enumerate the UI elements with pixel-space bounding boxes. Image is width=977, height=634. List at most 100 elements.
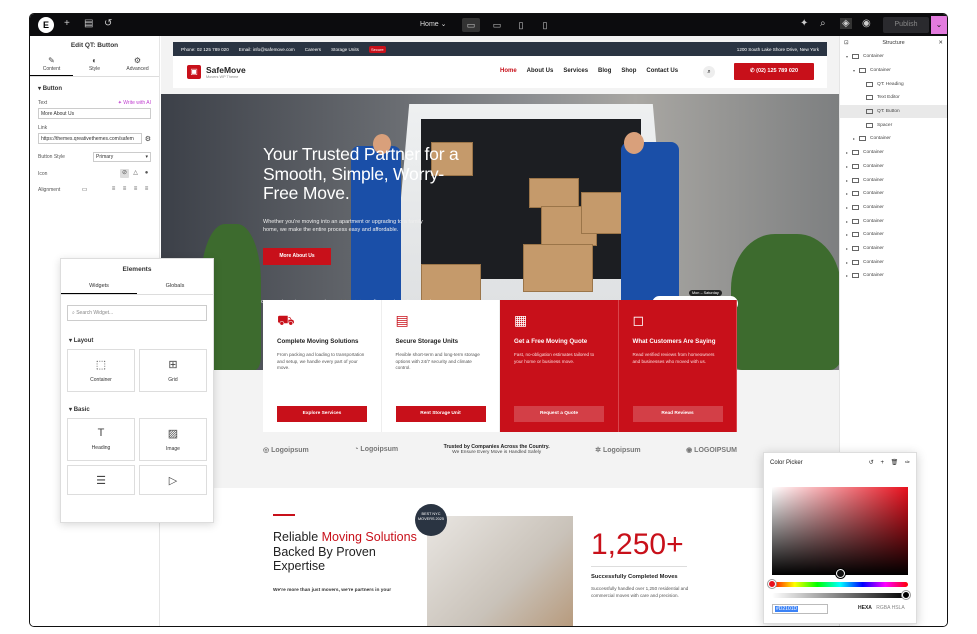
structure-row[interactable]: ▾ Container bbox=[840, 64, 947, 78]
widget-container[interactable]: ⬚ Container bbox=[67, 349, 135, 392]
tab-widgets[interactable]: Widgets bbox=[61, 279, 137, 294]
image-icon: ▨ bbox=[167, 428, 179, 440]
no-icon-option[interactable]: ⊘ bbox=[120, 169, 129, 178]
element-type-icon bbox=[866, 95, 873, 101]
mode-hexa[interactable]: HEXA bbox=[858, 605, 872, 611]
nav-services[interactable]: Services bbox=[563, 68, 588, 74]
widget-image[interactable]: ▨ Image bbox=[139, 418, 207, 461]
eyedropper-icon[interactable]: ✑ bbox=[905, 460, 910, 466]
page-settings-icon[interactable]: ▤ bbox=[84, 18, 93, 29]
align-center-icon[interactable]: ≡ bbox=[120, 185, 129, 194]
elementor-logo-icon[interactable]: E bbox=[38, 17, 54, 33]
saturation-handle[interactable] bbox=[836, 569, 845, 578]
structure-row[interactable]: ▸ Container bbox=[840, 242, 947, 256]
publish-button[interactable]: Publish bbox=[883, 17, 929, 33]
alpha-handle[interactable] bbox=[902, 591, 910, 599]
more-about-us-button[interactable]: More About Us bbox=[263, 248, 331, 265]
nav-about[interactable]: About Us bbox=[527, 68, 554, 74]
structure-title: Structure bbox=[882, 40, 905, 46]
search-icon[interactable]: ⌕ bbox=[820, 18, 826, 29]
topbar-storage-link[interactable]: Storage Units bbox=[331, 47, 359, 52]
tab-globals[interactable]: Globals bbox=[137, 279, 213, 294]
brand-name[interactable]: SafeMove bbox=[206, 65, 246, 75]
tab-style[interactable]: ◐ Style bbox=[73, 53, 116, 76]
structure-row[interactable]: ▸ Container bbox=[840, 214, 947, 228]
structure-icon[interactable]: ◈ bbox=[840, 18, 852, 29]
alpha-slider[interactable] bbox=[772, 593, 908, 598]
nav-shop[interactable]: Shop bbox=[621, 68, 636, 74]
mode-hsla[interactable]: HSLA bbox=[892, 605, 905, 611]
request-quote-button[interactable]: Request a Quote bbox=[514, 406, 604, 422]
mobile-view-icon[interactable]: ▯ bbox=[536, 18, 554, 32]
hue-slider[interactable] bbox=[772, 582, 908, 587]
structure-row[interactable]: ▸ Container bbox=[840, 228, 947, 242]
trash-icon[interactable]: 🗑 bbox=[891, 460, 899, 466]
card-desc: From packing and loading to transportati… bbox=[277, 352, 365, 370]
color-mode-tabs: HEXA RGBA HSLA bbox=[858, 605, 905, 611]
section-button-toggle[interactable]: ▾ Button bbox=[30, 77, 159, 100]
structure-row[interactable]: Spacer bbox=[840, 118, 947, 132]
page-selector[interactable]: Home ⌄ bbox=[420, 20, 447, 28]
structure-row-label: Container bbox=[863, 273, 884, 279]
structure-row[interactable]: ▸ Container bbox=[840, 146, 947, 160]
publish-options-chevron-icon[interactable]: ⌄ bbox=[931, 16, 947, 34]
widget-text-editor[interactable]: ☰ bbox=[67, 465, 135, 495]
nav-home[interactable]: Home bbox=[500, 68, 517, 74]
site-search-icon[interactable]: ⌕ bbox=[703, 66, 715, 78]
responsive-desktop-icon[interactable]: ▭ bbox=[82, 186, 88, 193]
align-left-icon[interactable]: ≡ bbox=[109, 185, 118, 194]
close-icon[interactable]: ✕ bbox=[938, 40, 943, 46]
ai-sparkle-icon[interactable]: ✦ bbox=[800, 18, 808, 29]
nav-blog[interactable]: Blog bbox=[598, 68, 611, 74]
desktop-view-icon[interactable]: ▭ bbox=[462, 18, 480, 32]
structure-row[interactable]: ▸ Container bbox=[840, 187, 947, 201]
write-with-ai-link[interactable]: ✦ Write with AI bbox=[118, 100, 151, 106]
hue-handle[interactable] bbox=[768, 580, 776, 588]
button-text-input[interactable]: More About Us bbox=[38, 108, 151, 119]
add-icon[interactable]: + bbox=[880, 460, 884, 466]
nav-contact[interactable]: Contact Us bbox=[646, 68, 678, 74]
explore-services-button[interactable]: Explore Services bbox=[277, 406, 367, 422]
history-icon[interactable]: ↺ bbox=[104, 18, 112, 29]
structure-row[interactable]: QT: Heading bbox=[840, 77, 947, 91]
tab-content[interactable]: ✎ Content bbox=[30, 53, 73, 76]
layout-section-toggle[interactable]: ▾ Layout bbox=[61, 331, 213, 349]
structure-row[interactable]: Text Editor bbox=[840, 91, 947, 105]
link-input[interactable]: https://themes.qreativethemes.com/safem bbox=[38, 133, 142, 144]
structure-row[interactable]: ▾ Container bbox=[840, 50, 947, 64]
brand-logo-icon[interactable]: ▣ bbox=[187, 65, 201, 79]
mode-rgba[interactable]: RGBA bbox=[876, 605, 890, 611]
structure-row[interactable]: ▸ Container bbox=[840, 160, 947, 174]
structure-row[interactable]: ▸ Container bbox=[840, 132, 947, 146]
preview-eye-icon[interactable]: ◉ bbox=[862, 18, 871, 29]
structure-row[interactable]: ▸ Container bbox=[840, 255, 947, 269]
add-icon[interactable]: + bbox=[64, 18, 70, 29]
structure-row[interactable]: ▸ Container bbox=[840, 201, 947, 215]
align-right-icon[interactable]: ≡ bbox=[131, 185, 140, 194]
laptop-view-icon[interactable]: ▭ bbox=[488, 18, 506, 32]
align-justify-icon[interactable]: ≡ bbox=[142, 185, 151, 194]
button-style-select[interactable]: Primary bbox=[93, 152, 151, 162]
upload-icon-option[interactable]: △ bbox=[131, 169, 140, 178]
rent-storage-button[interactable]: Rent Storage Unit bbox=[395, 406, 486, 422]
hex-input[interactable]: #D2101D bbox=[772, 604, 828, 614]
tablet-view-icon[interactable]: ▯ bbox=[512, 18, 530, 32]
widget-heading[interactable]: T Heading bbox=[67, 418, 135, 461]
topbar-careers-link[interactable]: Careers bbox=[305, 47, 321, 52]
widget-grid[interactable]: ⊞ Grid bbox=[139, 349, 207, 392]
structure-row[interactable]: ▸ Container bbox=[840, 269, 947, 283]
reset-icon[interactable]: ↺ bbox=[869, 460, 874, 466]
widget-video[interactable]: ▷ bbox=[139, 465, 207, 495]
structure-row[interactable]: QT: Button bbox=[840, 104, 947, 119]
saturation-area[interactable] bbox=[772, 487, 908, 575]
basic-section-toggle[interactable]: ▾ Basic bbox=[61, 400, 213, 418]
structure-row-label: Container bbox=[863, 204, 884, 210]
structure-layout-icon[interactable]: ⊡ bbox=[844, 40, 849, 46]
link-options-gear-icon[interactable]: ⚙ bbox=[145, 135, 151, 143]
tab-advanced[interactable]: ⚙ Advanced bbox=[116, 53, 159, 76]
read-reviews-button[interactable]: Read Reviews bbox=[632, 406, 723, 422]
structure-row[interactable]: ▸ Container bbox=[840, 173, 947, 187]
widget-search-input[interactable]: ⌕ Search Widget... bbox=[67, 305, 207, 321]
phone-button[interactable]: ✆ (02) 125 789 020 bbox=[734, 63, 814, 80]
library-icon-option[interactable]: ● bbox=[142, 169, 151, 178]
